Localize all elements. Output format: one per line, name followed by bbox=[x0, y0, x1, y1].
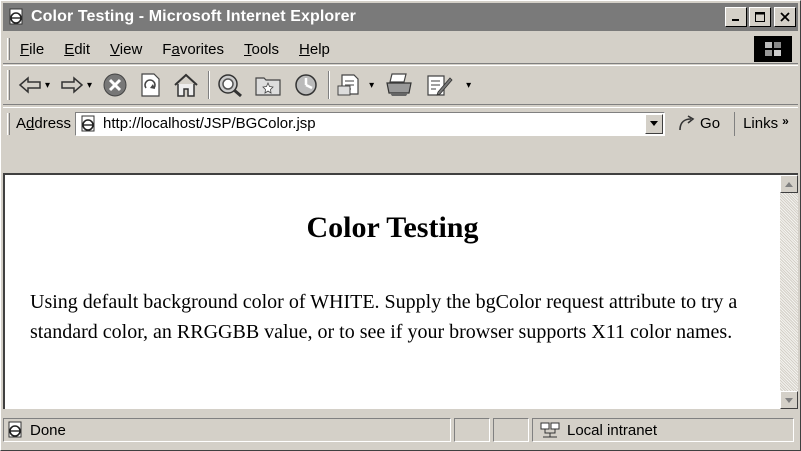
history-icon bbox=[295, 74, 317, 96]
menu-bar: File Edit View Favorites Tools Help bbox=[3, 35, 798, 64]
back-button[interactable]: ▾ bbox=[18, 69, 50, 101]
edit-dropdown-icon[interactable]: ▾ bbox=[466, 80, 471, 91]
print-icon bbox=[386, 73, 412, 96]
menu-view[interactable]: View bbox=[108, 39, 144, 60]
address-input[interactable]: http://localhost/JSP/BGColor.jsp bbox=[75, 111, 666, 136]
edit-icon bbox=[427, 75, 453, 96]
search-icon bbox=[218, 74, 243, 98]
maximize-button[interactable] bbox=[749, 7, 771, 27]
home-icon bbox=[174, 73, 198, 97]
windows-logo-icon bbox=[765, 42, 781, 56]
menu-help[interactable]: Help bbox=[297, 39, 332, 60]
mail-button[interactable]: ▾ bbox=[336, 69, 374, 101]
go-label: Go bbox=[700, 115, 721, 132]
chevron-up-icon bbox=[785, 181, 793, 187]
menu-favorites[interactable]: Favorites bbox=[160, 39, 226, 60]
status-zone-text: Local intranet bbox=[567, 421, 658, 439]
page-paragraph: Using default background color of WHITE.… bbox=[30, 291, 738, 343]
menu-grip[interactable] bbox=[7, 38, 10, 60]
scroll-up-button[interactable] bbox=[780, 175, 798, 193]
go-arrow-icon bbox=[679, 114, 695, 130]
forward-dropdown-icon[interactable]: ▾ bbox=[87, 80, 92, 91]
close-icon bbox=[780, 12, 790, 22]
status-security-panel bbox=[493, 418, 529, 442]
forward-button[interactable]: ▾ bbox=[60, 69, 92, 101]
address-label: Address bbox=[16, 115, 72, 132]
address-url[interactable]: http://localhost/JSP/BGColor.jsp bbox=[103, 115, 316, 132]
links-label: Links bbox=[743, 115, 779, 132]
edit-button[interactable]: ▾ bbox=[424, 69, 471, 101]
title-bar[interactable]: Color Testing - Microsoft Internet Explo… bbox=[3, 3, 798, 31]
local-intranet-icon bbox=[540, 422, 560, 438]
history-button[interactable] bbox=[292, 69, 320, 101]
addressbar-grip[interactable] bbox=[7, 112, 10, 135]
minimize-button[interactable] bbox=[725, 7, 747, 27]
page-heading: Color Testing bbox=[306, 211, 479, 244]
links-toolbar[interactable]: Links » bbox=[734, 111, 789, 136]
address-bar: Address http://localhost/JSP/BGColor.jsp… bbox=[3, 107, 798, 139]
chevron-down-icon bbox=[650, 121, 659, 126]
status-zone-panel: Local intranet bbox=[532, 418, 794, 442]
favorites-button[interactable] bbox=[254, 69, 282, 101]
browser-window: Color Testing - Microsoft Internet Explo… bbox=[0, 0, 801, 451]
menu-file[interactable]: File bbox=[18, 39, 46, 60]
address-dropdown-button[interactable] bbox=[645, 113, 664, 134]
close-button[interactable] bbox=[774, 7, 796, 27]
status-bar: Done Local intranet bbox=[3, 415, 798, 445]
windows-logo-throbber bbox=[754, 36, 792, 62]
vertical-scrollbar[interactable] bbox=[780, 175, 798, 409]
home-button[interactable] bbox=[172, 69, 200, 101]
refresh-icon bbox=[141, 73, 160, 97]
minimize-icon bbox=[732, 19, 739, 21]
toolbar-grip[interactable] bbox=[7, 70, 10, 100]
toolbar-separator bbox=[328, 71, 331, 99]
print-button[interactable] bbox=[384, 69, 414, 101]
window-title: Color Testing - Microsoft Internet Explo… bbox=[31, 8, 356, 25]
status-progress-panel bbox=[454, 418, 490, 442]
back-dropdown-icon[interactable]: ▾ bbox=[45, 80, 50, 91]
stop-icon bbox=[103, 73, 127, 97]
page-icon bbox=[81, 115, 95, 131]
status-text: Done bbox=[30, 421, 66, 439]
stop-button[interactable] bbox=[102, 69, 128, 101]
toolbar-separator bbox=[208, 71, 211, 99]
search-button[interactable] bbox=[216, 69, 244, 101]
menu-tools[interactable]: Tools bbox=[242, 39, 281, 60]
page-icon bbox=[8, 421, 22, 438]
page-content: Color Testing Using default background c… bbox=[3, 173, 798, 409]
maximize-icon bbox=[755, 12, 765, 22]
go-button[interactable]: Go bbox=[677, 114, 721, 133]
mail-icon bbox=[337, 74, 359, 96]
chevron-right-icon[interactable]: » bbox=[782, 114, 789, 128]
standard-toolbar: ▾ ▾ ▾ ▾ bbox=[3, 65, 798, 105]
refresh-button[interactable] bbox=[138, 69, 162, 101]
chevron-down-icon bbox=[785, 397, 793, 403]
ie-page-icon bbox=[9, 8, 23, 25]
window-controls bbox=[723, 7, 796, 27]
back-arrow-icon bbox=[18, 76, 41, 94]
favorites-icon bbox=[255, 77, 281, 96]
menu-edit[interactable]: Edit bbox=[62, 39, 92, 60]
scroll-down-button[interactable] bbox=[780, 391, 798, 409]
mail-dropdown-icon[interactable]: ▾ bbox=[369, 80, 374, 91]
status-main-panel: Done bbox=[3, 418, 451, 442]
forward-arrow-icon bbox=[61, 76, 84, 94]
